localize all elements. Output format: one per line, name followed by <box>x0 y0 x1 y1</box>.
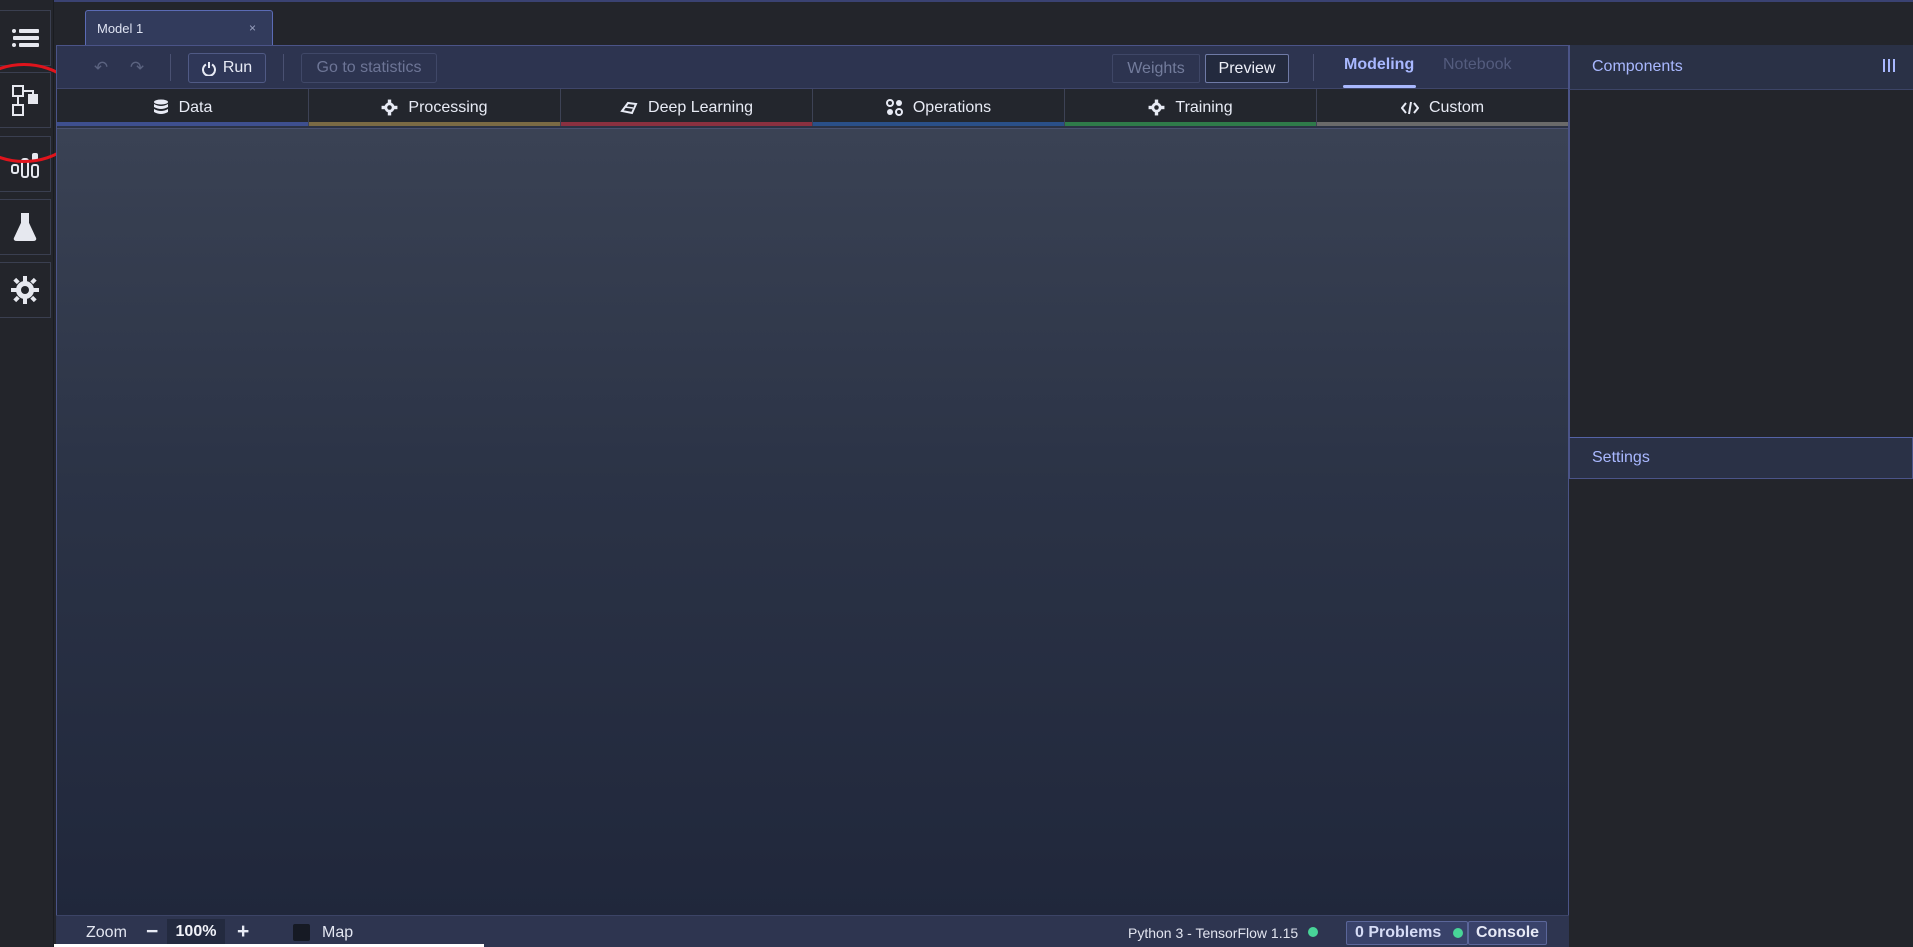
columns-icon[interactable] <box>1883 59 1897 73</box>
category-label: Processing <box>408 98 488 116</box>
category-color-bar <box>1317 122 1568 126</box>
database-icon <box>153 99 168 114</box>
problems-button[interactable]: 0 Problems <box>1346 921 1468 945</box>
category-data[interactable]: Data <box>57 89 309 126</box>
component-categories: Data Processing Deep Learning Operations… <box>57 89 1568 126</box>
rail-menu-button[interactable] <box>0 10 51 66</box>
undo-icon[interactable]: ↶ <box>91 59 111 77</box>
menu-icon <box>12 29 39 47</box>
zoom-in-button[interactable]: + <box>237 920 249 944</box>
toolbar-divider <box>1313 54 1314 81</box>
status-bar: Zoom − 100% + Map Python 3 - TensorFlow … <box>56 915 1569 947</box>
redo-icon[interactable]: ↷ <box>127 59 147 77</box>
category-color-bar <box>561 122 812 126</box>
category-label: Operations <box>912 98 992 116</box>
category-label: Training <box>1175 98 1233 116</box>
problems-label: 0 Problems <box>1355 924 1442 941</box>
gear-icon <box>1148 99 1165 116</box>
code-icon <box>1400 101 1419 114</box>
top-accent-line <box>0 0 1913 2</box>
toolbar-divider <box>170 54 171 81</box>
brain-icon <box>620 101 638 114</box>
zoom-value[interactable]: 100% <box>167 919 225 944</box>
category-operations[interactable]: Operations <box>813 89 1065 126</box>
run-label: Run <box>222 59 253 76</box>
tab-close-icon[interactable]: × <box>249 21 256 35</box>
power-icon <box>201 61 216 76</box>
category-custom[interactable]: Custom <box>1317 89 1568 126</box>
zoom-label: Zoom <box>86 924 127 941</box>
problems-status-dot <box>1453 928 1463 938</box>
settings-header[interactable]: Settings <box>1569 438 1913 479</box>
zoom-out-button[interactable]: − <box>146 920 158 944</box>
tab-title: Model 1 <box>97 21 144 36</box>
gear-icon <box>381 99 398 116</box>
category-color-bar <box>309 122 560 126</box>
run-button[interactable]: Run <box>188 53 266 83</box>
model-graph-icon <box>12 85 38 116</box>
toolbar: ↶ ↷ Run Go to statistics Weights Preview… <box>57 46 1568 89</box>
grid-icon <box>885 99 903 116</box>
category-color-bar <box>813 122 1064 126</box>
tab-modeling[interactable]: Modeling <box>1344 56 1414 74</box>
model-canvas[interactable] <box>57 128 1568 916</box>
tab-notebook[interactable]: Notebook <box>1443 56 1512 74</box>
runtime-label: Python 3 - TensorFlow 1.15 <box>1128 925 1299 941</box>
category-color-bar <box>57 122 308 126</box>
go-to-statistics-button[interactable]: Go to statistics <box>301 53 437 83</box>
statistics-icon <box>11 153 39 178</box>
components-list <box>1569 90 1913 438</box>
active-tab-indicator <box>1343 85 1416 88</box>
flask-icon <box>13 213 37 241</box>
category-label: Data <box>178 98 213 116</box>
settings-gear-icon <box>11 276 39 304</box>
right-panel: Components Settings <box>1569 45 1913 947</box>
workspace: ↶ ↷ Run Go to statistics Weights Preview… <box>56 45 1569 916</box>
rail-test-button[interactable] <box>0 199 51 255</box>
map-checkbox[interactable] <box>293 924 310 941</box>
weights-button[interactable]: Weights <box>1112 54 1200 83</box>
category-label: Deep Learning <box>648 98 753 116</box>
runtime-status-dot <box>1308 927 1318 937</box>
tab-model-1[interactable]: Model 1 × <box>85 10 273 46</box>
console-button[interactable]: Console <box>1468 921 1547 945</box>
category-processing[interactable]: Processing <box>309 89 561 126</box>
components-title: Components <box>1592 58 1683 75</box>
rail-statistics-button[interactable] <box>0 136 51 192</box>
rail-settings-button[interactable] <box>0 262 51 318</box>
settings-title: Settings <box>1592 449 1650 466</box>
left-rail <box>0 0 54 947</box>
map-label: Map <box>322 924 354 941</box>
category-deep-learning[interactable]: Deep Learning <box>561 89 813 126</box>
rail-model-button[interactable] <box>0 72 51 128</box>
app-root: Model 1 × ↶ ↷ Run Go to statistics Weigh… <box>0 0 1913 947</box>
category-color-bar <box>1065 122 1316 126</box>
toolbar-divider <box>283 54 284 81</box>
preview-button[interactable]: Preview <box>1205 54 1289 83</box>
category-training[interactable]: Training <box>1065 89 1317 126</box>
components-header: Components <box>1569 45 1913 90</box>
category-label: Custom <box>1428 98 1485 116</box>
